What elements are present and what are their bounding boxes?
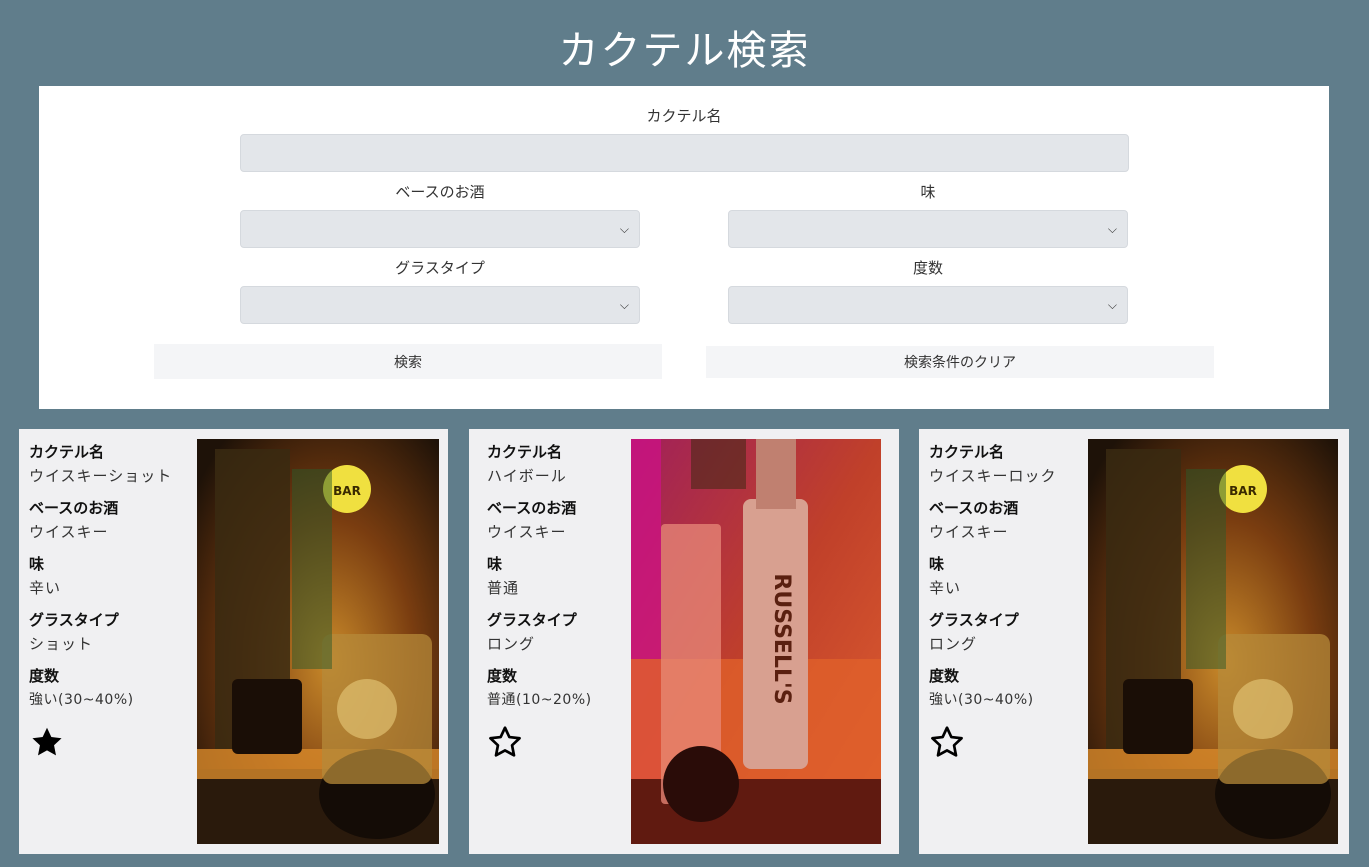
cocktail-name-heading: カクテル名 [487, 443, 563, 461]
search-panel: カクテル名 ベースのお酒 ⌵ 味 ⌵ グラスタイプ ⌵ 度数 ⌵ 検索 検索条件… [39, 86, 1329, 409]
taste-select[interactable]: ⌵ [728, 210, 1128, 248]
cocktail-card: カクテル名 ウイスキーロック ベースのお酒 ウイスキー 味 辛い グラスタイプ … [919, 429, 1349, 854]
glass-type-value: ロング [487, 635, 536, 653]
taste-value: 辛い [29, 579, 62, 597]
strength-heading: 度数 [487, 667, 518, 685]
taste-value: 普通 [487, 579, 520, 597]
glass-type-value: ショット [29, 635, 94, 653]
cocktail-name-heading: カクテル名 [929, 443, 1005, 461]
search-button[interactable]: 検索 [154, 344, 662, 379]
taste-heading: 味 [29, 555, 45, 573]
chevron-down-icon: ⌵ [1107, 298, 1117, 312]
base-liquor-heading: ベースのお酒 [929, 499, 1019, 517]
taste-heading: 味 [929, 555, 945, 573]
cocktail-photo: BAR [197, 439, 439, 844]
cocktail-name-label: カクテル名 [646, 107, 722, 125]
strength-select[interactable]: ⌵ [728, 286, 1128, 324]
base-liquor-value: ウイスキー [29, 523, 109, 541]
cocktail-name-value: ウイスキーショット [29, 467, 173, 485]
chevron-down-icon: ⌵ [619, 298, 629, 312]
strength-heading: 度数 [29, 667, 60, 685]
cocktail-name-value: ハイボール [487, 467, 567, 485]
base-liquor-heading: ベースのお酒 [487, 499, 577, 517]
strength-value: 普通(10~20%) [487, 692, 592, 708]
cocktail-name-input[interactable] [240, 134, 1129, 172]
glass-type-label: グラスタイプ [395, 259, 485, 277]
star-outline-icon[interactable] [929, 724, 965, 760]
strength-value: 強い(30~40%) [29, 692, 134, 708]
base-liquor-select[interactable]: ⌵ [240, 210, 640, 248]
base-liquor-value: ウイスキー [487, 523, 567, 541]
strength-value: 強い(30~40%) [929, 692, 1034, 708]
cocktail-card: カクテル名 ウイスキーショット ベースのお酒 ウイスキー 味 辛い グラスタイプ… [19, 429, 448, 854]
taste-label: 味 [920, 183, 936, 201]
svg-text:RUSSELL'S: RUSSELL'S [769, 573, 794, 704]
cocktail-name-heading: カクテル名 [29, 443, 105, 461]
glass-type-heading: グラスタイプ [29, 611, 119, 629]
base-liquor-label: ベースのお酒 [395, 183, 485, 201]
cocktail-photo: RUSSELL'S [631, 439, 881, 844]
clear-conditions-button[interactable]: 検索条件のクリア [706, 346, 1214, 378]
page-title: カクテル検索 [558, 28, 811, 74]
base-liquor-heading: ベースのお酒 [29, 499, 119, 517]
glass-type-value: ロング [929, 635, 978, 653]
glass-type-heading: グラスタイプ [929, 611, 1019, 629]
cocktail-info: カクテル名 ウイスキーロック ベースのお酒 ウイスキー 味 辛い グラスタイプ … [929, 440, 1089, 764]
cocktail-info: カクテル名 ウイスキーショット ベースのお酒 ウイスキー 味 辛い グラスタイプ… [29, 440, 189, 764]
star-filled-icon[interactable] [29, 724, 65, 760]
strength-heading: 度数 [929, 667, 960, 685]
taste-heading: 味 [487, 555, 503, 573]
taste-value: 辛い [929, 579, 962, 597]
chevron-down-icon: ⌵ [1107, 222, 1117, 236]
svg-text:BAR: BAR [1229, 484, 1257, 498]
chevron-down-icon: ⌵ [619, 222, 629, 236]
cocktail-info: カクテル名 ハイボール ベースのお酒 ウイスキー 味 普通 グラスタイプ ロング… [487, 440, 647, 764]
strength-label: 度数 [912, 259, 943, 277]
svg-text:BAR: BAR [333, 484, 361, 498]
base-liquor-value: ウイスキー [929, 523, 1009, 541]
glass-type-select[interactable]: ⌵ [240, 286, 640, 324]
cocktail-card: カクテル名 ハイボール ベースのお酒 ウイスキー 味 普通 グラスタイプ ロング… [469, 429, 899, 854]
cocktail-name-value: ウイスキーロック [929, 467, 1057, 485]
star-outline-icon[interactable] [487, 724, 523, 760]
cocktail-photo: BAR [1088, 439, 1338, 844]
glass-type-heading: グラスタイプ [487, 611, 577, 629]
